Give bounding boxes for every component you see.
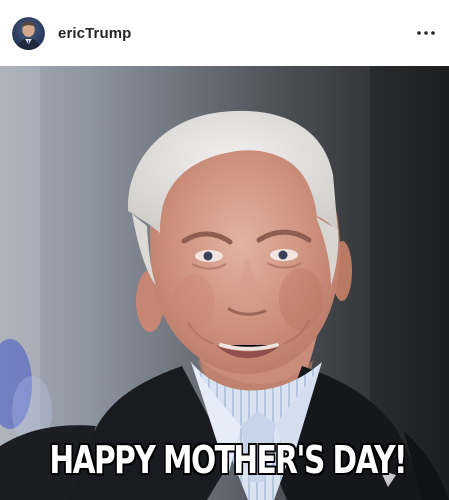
portrait-image bbox=[0, 66, 449, 500]
username-link[interactable]: ericTrump bbox=[58, 25, 131, 42]
instagram-post: ericTrump HAPPY MOTHER'S DAY! bbox=[0, 0, 449, 500]
image-caption: HAPPY MOTHER'S DAY! bbox=[49, 438, 407, 482]
more-horizontal-icon bbox=[417, 31, 435, 35]
avatar-icon bbox=[12, 16, 45, 50]
more-options-button[interactable] bbox=[413, 22, 439, 44]
avatar[interactable] bbox=[12, 16, 45, 50]
post-image[interactable]: HAPPY MOTHER'S DAY! bbox=[0, 66, 449, 500]
post-header: ericTrump bbox=[0, 0, 449, 66]
